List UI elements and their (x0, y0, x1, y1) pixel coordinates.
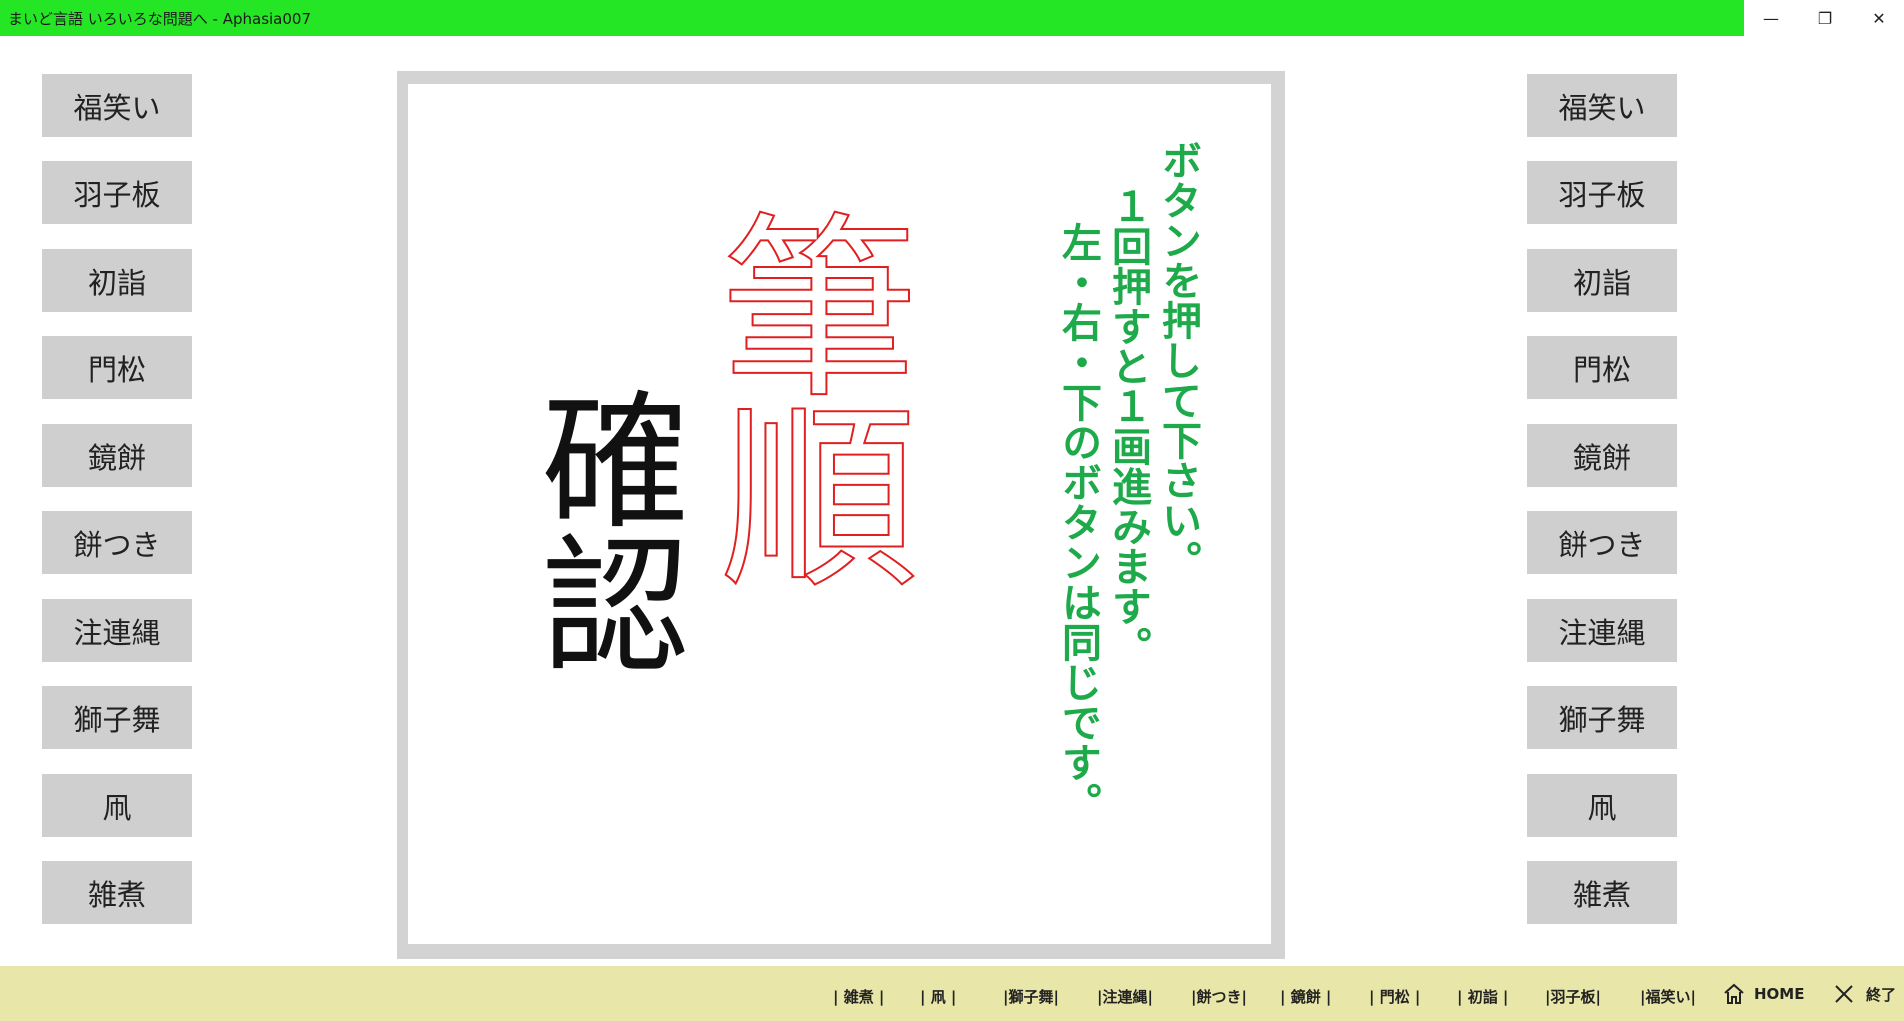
right-button-kagamimochi[interactable]: 鏡餅 (1527, 424, 1677, 487)
right-button-hagoita[interactable]: 羽子板 (1527, 161, 1677, 224)
exit-button[interactable]: 終了 (1832, 982, 1896, 1006)
bottom-item-hagoita[interactable]: |羽子板| (1545, 986, 1601, 1007)
instruction-line-2: １回押すと１画進みます。 (1105, 186, 1151, 666)
right-button-mochitsuki[interactable]: 餅つき (1527, 511, 1677, 574)
left-button-hatsumode[interactable]: 初詣 (42, 249, 192, 312)
right-button-shimenawa[interactable]: 注連縄 (1527, 599, 1677, 662)
close-window-button[interactable]: ✕ (1852, 0, 1904, 36)
right-button-hatsumode[interactable]: 初詣 (1527, 249, 1677, 312)
bottom-item-tako[interactable]: | 凧 | (920, 986, 956, 1007)
left-button-kagamimochi[interactable]: 鏡餅 (42, 424, 192, 487)
right-button-fukuwarai[interactable]: 福笑い (1527, 74, 1677, 137)
left-button-hagoita[interactable]: 羽子板 (42, 161, 192, 224)
home-icon (1724, 983, 1744, 1004)
exit-icon (1835, 985, 1853, 1003)
left-button-zoni[interactable]: 雑煮 (42, 861, 192, 924)
board-canvas[interactable]: 筆順 確認 ボタンを押して下さい。 １回押すと１画進みます。 左・右・下のボタン… (408, 84, 1271, 944)
close-icon: ✕ (1872, 8, 1886, 28)
left-button-fukuwarai[interactable]: 福笑い (42, 74, 192, 137)
right-button-shishimai[interactable]: 獅子舞 (1527, 686, 1677, 749)
title-bar: まいど言語 いろいろな問題へ - Aphasia007 — ❐ ✕ (0, 0, 1904, 36)
bottom-item-zoni[interactable]: | 雑煮 | (833, 986, 884, 1007)
stroke-order-board: 筆順 確認 ボタンを押して下さい。 １回押すと１画進みます。 左・右・下のボタン… (397, 71, 1285, 959)
right-button-tako[interactable]: 凧 (1527, 774, 1677, 837)
left-button-tako[interactable]: 凧 (42, 774, 192, 837)
stroke-order-red-text: 筆順 (686, 203, 919, 585)
restore-button[interactable]: ❐ (1798, 0, 1852, 36)
instruction-line-3: 左・右・下のボタンは同じです。 (1055, 222, 1101, 822)
bottom-item-kadomatsu[interactable]: | 門松 | (1369, 986, 1420, 1007)
bottom-bar: | 雑煮 | | 凧 | |獅子舞| |注連縄| |餅つき| | 鏡餅 | | … (0, 966, 1904, 1021)
right-button-kadomatsu[interactable]: 門松 (1527, 336, 1677, 399)
left-button-shimenawa[interactable]: 注連縄 (42, 599, 192, 662)
confirm-black-text: 確認 (516, 384, 688, 672)
bottom-item-hatsumode[interactable]: | 初詣 | (1457, 986, 1508, 1007)
exit-label: 終了 (1866, 985, 1897, 1004)
minimize-icon: — (1763, 8, 1779, 28)
home-label: HOME (1754, 985, 1805, 1003)
right-button-zoni[interactable]: 雑煮 (1527, 861, 1677, 924)
bottom-item-fukuwarai[interactable]: |福笑い| (1640, 986, 1696, 1007)
instruction-line-1: ボタンを押して下さい。 (1155, 140, 1201, 580)
bottom-item-shimenawa[interactable]: |注連縄| (1097, 986, 1153, 1007)
window-title: まいど言語 いろいろな問題へ - Aphasia007 (8, 10, 312, 28)
bottom-item-kagamimochi[interactable]: | 鏡餅 | (1280, 986, 1331, 1007)
bottom-item-shishimai[interactable]: |獅子舞| (1003, 986, 1059, 1007)
minimize-button[interactable]: — (1744, 0, 1798, 36)
title-bar-accent: まいど言語 いろいろな問題へ - Aphasia007 (0, 0, 1744, 36)
bottom-item-mochitsuki[interactable]: |餅つき| (1191, 986, 1247, 1007)
home-button[interactable]: HOME (1722, 982, 1804, 1006)
left-button-shishimai[interactable]: 獅子舞 (42, 686, 192, 749)
left-button-kadomatsu[interactable]: 門松 (42, 336, 192, 399)
restore-icon: ❐ (1817, 8, 1833, 28)
left-button-mochitsuki[interactable]: 餅つき (42, 511, 192, 574)
